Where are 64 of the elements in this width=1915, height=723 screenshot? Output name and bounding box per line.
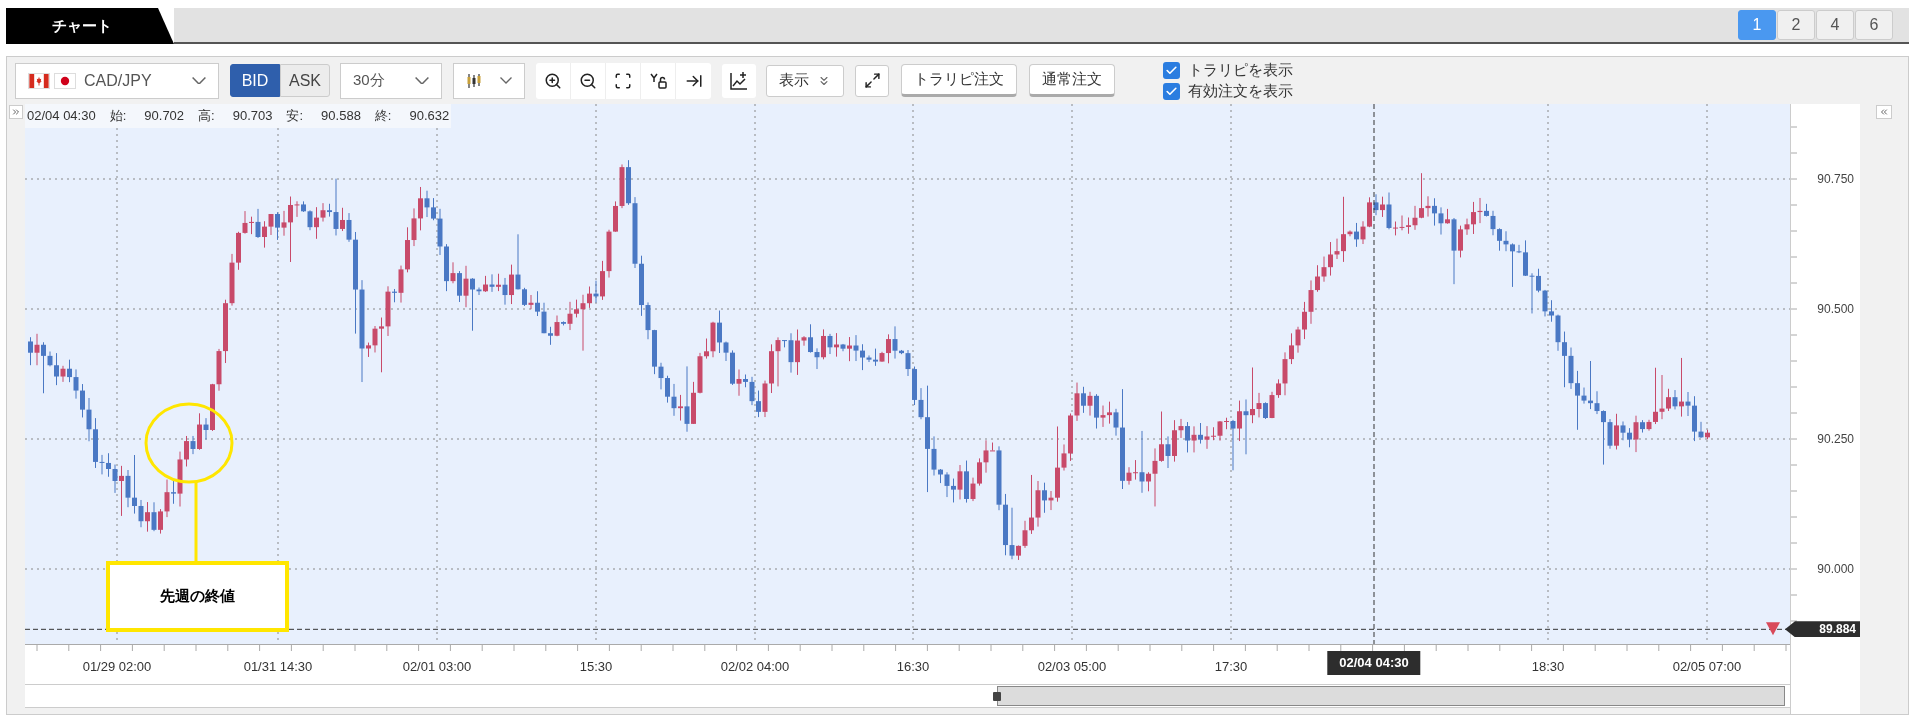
price-label: 90.750 xyxy=(1817,171,1854,188)
candlestick-icon xyxy=(466,72,482,89)
price-marker-icon xyxy=(1766,622,1780,636)
time-label: 16:30 xyxy=(896,658,930,676)
canada-flag-icon xyxy=(28,72,50,89)
checkbox[interactable] xyxy=(1163,61,1180,79)
fit-screen-icon xyxy=(614,71,632,90)
info-value: 90.702 xyxy=(144,107,185,126)
info-value: 90.632 xyxy=(409,107,450,126)
time-label: 02/02 04:00 xyxy=(720,658,790,676)
symbol-dropdown[interactable]: CAD/JPY xyxy=(15,62,219,99)
chart-tab[interactable]: チャート xyxy=(6,8,174,44)
expand-button[interactable] xyxy=(855,64,889,97)
chevron-down-icon xyxy=(192,76,206,85)
zoom-in-icon xyxy=(544,71,562,90)
price-side-toggle[interactable]: ASK xyxy=(280,64,330,97)
order-button[interactable]: 通常注文 xyxy=(1029,64,1115,97)
info-label: 高: xyxy=(198,107,215,126)
price-label: 90.500 xyxy=(1817,301,1854,318)
current-price-tag: 89.884 xyxy=(1785,621,1860,638)
info-label: 終: xyxy=(374,107,392,126)
annotation-label: 先週の終値 xyxy=(106,561,289,632)
info-label: 安: xyxy=(286,107,304,126)
price-side-toggle[interactable]: BID xyxy=(230,64,280,97)
info-time: 02/04 04:30 xyxy=(27,107,96,126)
timeframe-label: 30分 xyxy=(353,70,385,91)
info-value: 90.703 xyxy=(232,107,273,126)
info-label: 始: xyxy=(109,107,127,126)
y-lock-icon xyxy=(649,72,667,89)
expand-icon xyxy=(863,72,881,89)
layout-button[interactable]: 2 xyxy=(1777,10,1815,40)
checkbox-label: トラリピを表示 xyxy=(1188,61,1293,79)
checkbox-label: 有効注文を表示 xyxy=(1188,82,1293,100)
chevron-down-icon xyxy=(500,77,512,84)
layout-button[interactable]: 6 xyxy=(1855,10,1893,40)
time-label: 17:30 xyxy=(1214,658,1248,676)
checkbox[interactable] xyxy=(1163,82,1180,100)
double-chevron-right-icon xyxy=(11,107,21,117)
zoom-out-icon xyxy=(579,71,597,90)
chart-type-dropdown[interactable] xyxy=(453,62,525,99)
symbol-label: CAD/JPY xyxy=(84,70,152,91)
time-label: 02/03 05:00 xyxy=(1037,658,1107,676)
crosshair-time-label: 02/04 04:30 xyxy=(1327,651,1421,675)
layout-button[interactable]: 4 xyxy=(1816,10,1854,40)
info-value: 90.588 xyxy=(321,107,361,126)
time-label: 01/31 14:30 xyxy=(243,658,313,676)
order-button[interactable]: トラリピ注文 xyxy=(901,64,1017,97)
time-label: 01/29 02:00 xyxy=(82,658,152,676)
display-dropdown[interactable]: 表示 xyxy=(766,64,844,97)
price-label: 90.000 xyxy=(1817,561,1854,578)
timeframe-dropdown[interactable]: 30分 xyxy=(340,62,442,99)
time-label: 15:30 xyxy=(579,658,613,676)
chevron-down-icon xyxy=(415,76,429,85)
chart-plus-icon xyxy=(729,70,749,91)
japan-flag-icon xyxy=(54,72,76,89)
time-label: 02/01 03:00 xyxy=(402,658,472,676)
scrollbar-handle[interactable] xyxy=(993,692,1001,701)
time-label: 02/05 07:00 xyxy=(1672,658,1742,676)
time-label: 18:30 xyxy=(1531,658,1565,676)
add-indicator-button[interactable] xyxy=(722,63,756,98)
price-label: 90.250 xyxy=(1817,431,1854,448)
check-icon xyxy=(1165,63,1178,77)
double-chevron-left-icon xyxy=(1879,107,1889,117)
check-icon xyxy=(1165,84,1178,98)
